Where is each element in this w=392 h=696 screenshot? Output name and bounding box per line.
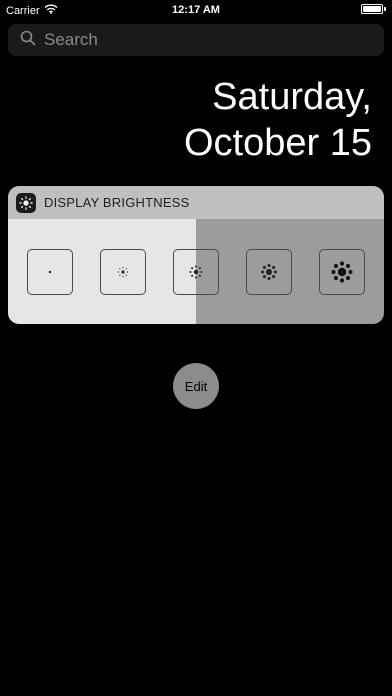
- status-time: 12:17 AM: [172, 4, 220, 16]
- search-bar[interactable]: [8, 24, 384, 56]
- brightness-level-4-button[interactable]: [245, 248, 292, 295]
- brightness-level-5-icon: [330, 260, 353, 283]
- edit-button[interactable]: Edit: [173, 363, 219, 409]
- date-display: Saturday, October 15: [184, 74, 372, 166]
- brightness-level-4-icon: [260, 263, 277, 280]
- widget-title: DISPLAY BRIGHTNESS: [44, 195, 190, 210]
- search-input[interactable]: [42, 29, 366, 51]
- brightness-level-1-icon: [49, 270, 52, 273]
- brightness-level-2-button[interactable]: [100, 248, 147, 295]
- brightness-level-2-icon: [118, 266, 129, 277]
- brightness-level-3-icon: [189, 265, 203, 278]
- brightness-level-3-button[interactable]: [172, 248, 219, 295]
- status-bar: Carrier 12:17 AM: [0, 0, 392, 20]
- widget-body: [8, 219, 384, 324]
- brightness-app-icon: [16, 192, 36, 213]
- date-weekday: Saturday,: [212, 76, 372, 118]
- display-brightness-widget: DISPLAY BRIGHTNESS: [8, 186, 384, 324]
- battery-icon: [361, 4, 386, 14]
- brightness-level-1-button[interactable]: [27, 248, 74, 295]
- search-icon: [20, 30, 36, 51]
- widget-header[interactable]: DISPLAY BRIGHTNESS: [8, 186, 384, 219]
- date-month-day: October 15: [184, 122, 372, 164]
- brightness-level-5-button[interactable]: [318, 248, 365, 295]
